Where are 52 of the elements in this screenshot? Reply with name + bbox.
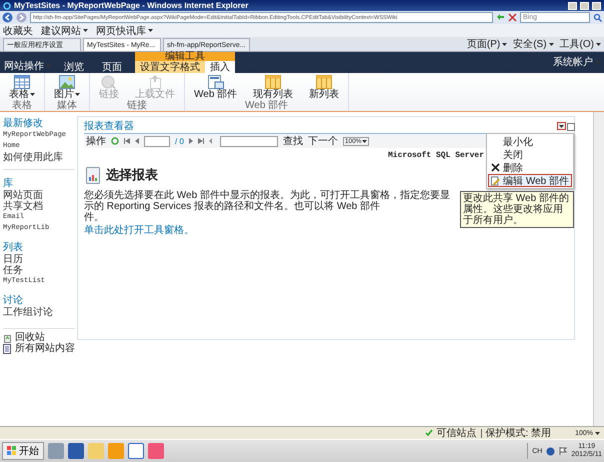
ribbon-button[interactable]: 图片 [48,73,86,101]
menu-item[interactable]: 关闭 [488,148,572,161]
command-menu[interactable]: 安全(S) [513,37,554,51]
nav-link[interactable]: 共享文档 [3,201,75,212]
tooltip: 更改此共享 Web 部件的属性。这些更改将应用于所有用户。 [460,191,574,228]
ribbon-tab[interactable]: 插入 [205,61,235,73]
message-text: 件。 [84,212,105,223]
command-menu[interactable]: 工具(O) [560,37,601,51]
ribbon-button[interactable]: Web 部件 [188,73,244,101]
favorites-link[interactable]: 建议网站 [41,24,88,38]
nav-heading[interactable]: 列表 [3,242,75,254]
page-total: / 0 [175,136,184,146]
protected-mode-status: 保护模式: 禁用 [486,426,552,440]
message-text: 您必须先选择要在此 Web 部件中显示的报表。为此，可打开工具窗格，指定您要显示的 Reporting Services 报表的路径和文件名。也可以将 Web 部件 [84,190,451,212]
section-heading: 选择报表 [106,166,158,184]
find-link[interactable]: 查找 [282,134,303,148]
menu-item[interactable]: 编辑 Web 部件 [488,174,572,187]
command-menu[interactable]: 页面(P) [466,37,508,51]
ribbon-tab[interactable]: 页面 [97,61,127,73]
ribbon-tab[interactable]: 浏览 [59,61,89,73]
site-actions-menu[interactable]: 网站操作 [4,59,51,73]
menu-item[interactable]: 最小化 [488,135,572,148]
open-tool-pane-link[interactable]: 单击此处打开工具窗格。 [84,225,194,236]
ribbon-button[interactable]: 表格 [3,73,41,101]
nav-heading[interactable]: 讨论 [3,295,75,307]
favorites-button[interactable]: 收藏夹 [3,24,33,38]
window-title: MyTestSites - MyReportWebPage - Windows Internet Explorer [14,1,250,10]
nav-heading[interactable]: 库 [3,178,75,190]
nav-link[interactable]: 任务 [3,265,75,276]
context-group-label: 编辑工具 [165,52,206,61]
nav-link[interactable]: 日历 [3,254,75,265]
ribbon-group-label: Web 部件 [244,101,290,111]
user-menu[interactable]: 系统帐户 [553,52,600,72]
ribbon-group-label: 媒体 [56,101,78,111]
nav-link[interactable]: 回收站 [15,332,45,343]
nav-link[interactable]: 工作组讨论 [3,307,75,318]
ribbon-button[interactable]: 现有列表 [247,73,300,101]
start-button[interactable]: 开始 [2,442,44,460]
next-link[interactable]: 下一个 [308,134,338,148]
ribbon-button[interactable]: 新列表 [303,73,346,101]
nav-link[interactable]: 所有网站内容 [15,343,75,354]
nav-link[interactable]: 网站页面 [3,190,75,201]
ribbon-tab[interactable]: 设置文字格式 [135,61,205,73]
actions-menu[interactable]: 操作 [86,134,106,148]
nav-heading[interactable]: 最新修改 [3,118,75,130]
security-zone: 可信站点 [436,426,477,440]
favorites-link[interactable]: 网页快讯库 [96,24,153,38]
ribbon-group-label: 链接 [126,101,148,111]
ribbon-group-label: 表格 [11,101,33,111]
menu-item[interactable]: 删除 [488,161,572,174]
product-name: Microsoft SQL Server [388,151,484,160]
nav-link[interactable]: 如何使用此库 [3,152,75,163]
